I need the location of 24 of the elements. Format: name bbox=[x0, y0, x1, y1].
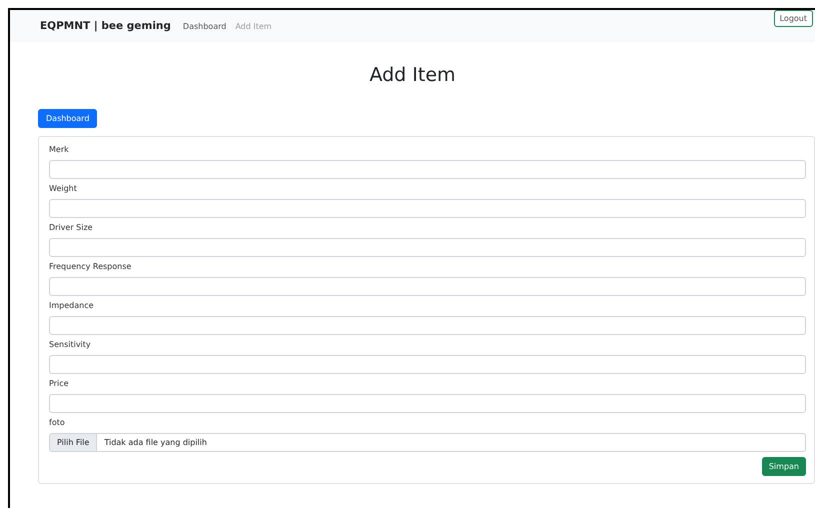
input-field[interactable] bbox=[49, 238, 806, 257]
field-label: Merk bbox=[49, 145, 70, 154]
input-field[interactable] bbox=[49, 277, 806, 296]
input-field[interactable] bbox=[49, 160, 806, 179]
input-field[interactable] bbox=[49, 355, 806, 374]
file-status: Tidak ada file yang dipilih bbox=[103, 437, 208, 449]
input-field[interactable] bbox=[49, 316, 806, 335]
field-label: foto bbox=[49, 418, 66, 427]
field-label: Price bbox=[49, 379, 70, 388]
page-title: Add Item bbox=[368, 64, 457, 86]
field-label: Frequency Response bbox=[49, 262, 132, 271]
field-label: Weight bbox=[49, 184, 78, 193]
field-label: Driver Size bbox=[49, 223, 94, 232]
dashboard-button[interactable]: Dashboard bbox=[38, 109, 98, 128]
nav-link[interactable]: Dashboard bbox=[182, 22, 226, 30]
field-label: Impedance bbox=[49, 301, 95, 310]
logout-button[interactable]: Logout bbox=[774, 10, 813, 27]
field-label: Sensitivity bbox=[49, 340, 92, 349]
input-field[interactable] bbox=[49, 199, 806, 218]
brand-link[interactable]: EQPMNT | bee geming bbox=[40, 20, 171, 32]
input-field[interactable] bbox=[49, 394, 806, 413]
save-button[interactable]: Simpan bbox=[762, 457, 806, 476]
choose-file-button[interactable]: Pilih File bbox=[50, 434, 98, 451]
file-input[interactable]: Pilih File Tidak ada file yang dipilih bbox=[49, 433, 806, 452]
